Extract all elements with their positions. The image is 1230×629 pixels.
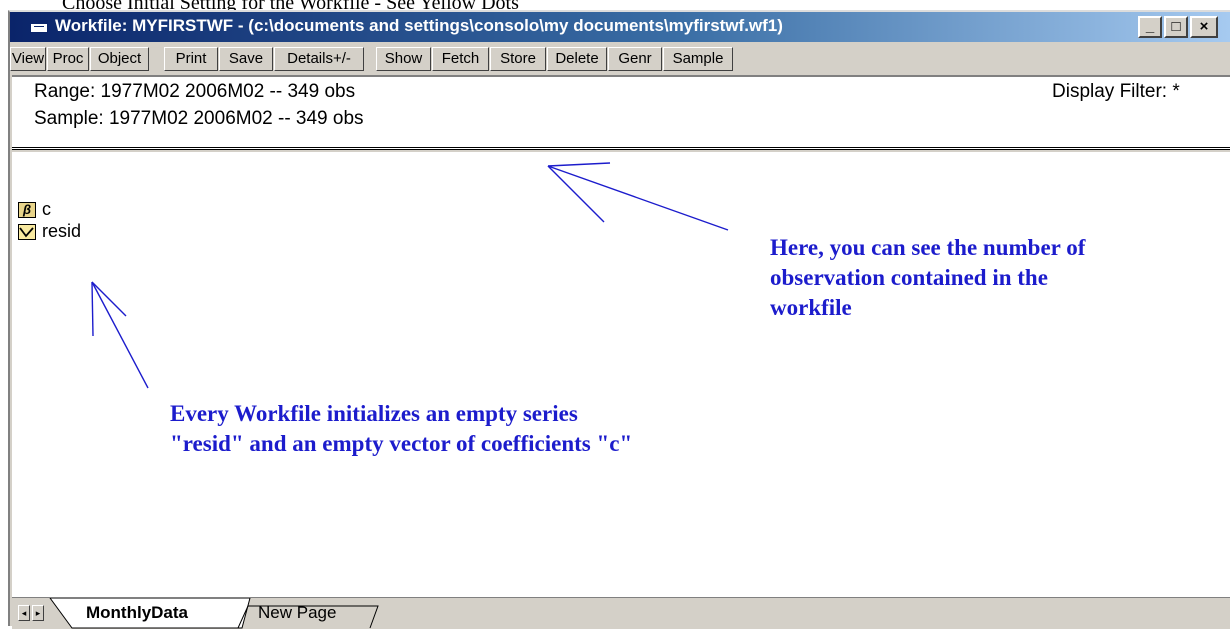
arrow-head-line [547, 162, 611, 167]
arrow-head-line [91, 281, 94, 337]
annotation-arrows [91, 162, 729, 389]
observations-arrow [547, 165, 729, 231]
arrow-head-line [91, 281, 127, 317]
arrow-head-line [547, 165, 605, 223]
resid-arrow [91, 281, 149, 389]
